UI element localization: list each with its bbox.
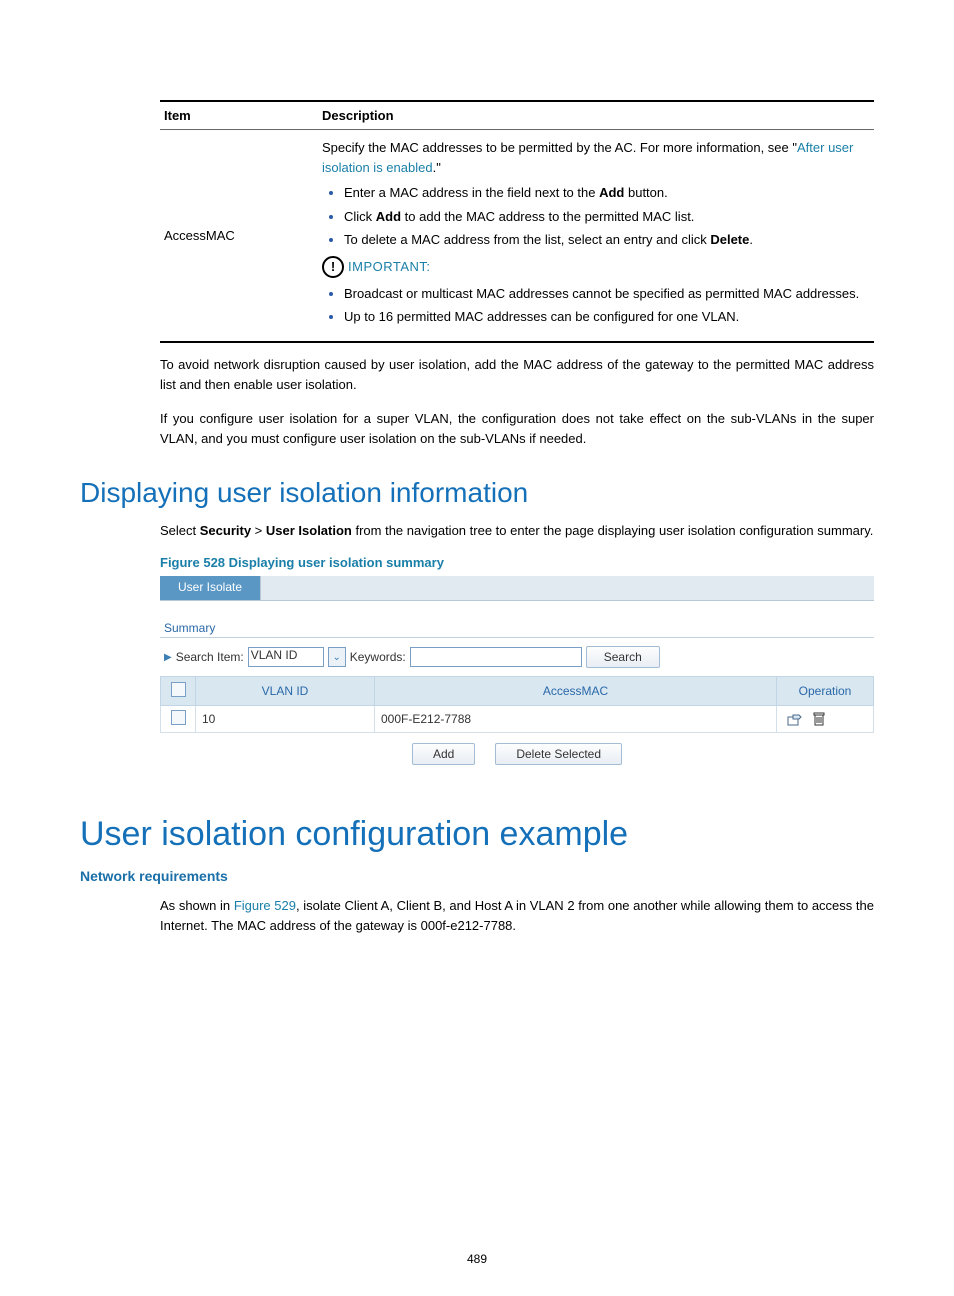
figure-caption: Figure 528 Displaying user isolation sum… (160, 555, 874, 570)
table-row: 10 000F-E212-7788 (161, 706, 874, 733)
list-item: To delete a MAC address from the list, s… (344, 230, 870, 250)
search-item-select[interactable]: VLAN ID (248, 647, 324, 667)
row-checkbox[interactable] (161, 706, 196, 733)
list-item: Click Add to add the MAC address to the … (344, 207, 870, 227)
search-button[interactable]: Search (586, 646, 660, 668)
cell-vlan-id: 10 (196, 706, 375, 733)
search-item-label: Search Item: (176, 650, 244, 664)
figure-529-link[interactable]: Figure 529 (234, 898, 296, 913)
list-item: Up to 16 permitted MAC addresses can be … (344, 307, 870, 327)
item-desc: Specify the MAC addresses to be permitte… (318, 130, 874, 342)
important-icon: ! (322, 256, 344, 278)
important-label: IMPORTANT: (348, 257, 431, 277)
triangle-icon: ▶ (164, 652, 172, 663)
netreq-paragraph: As shown in Figure 529, isolate Client A… (160, 896, 874, 936)
tab-row: User Isolate (160, 576, 874, 601)
nav-paragraph: Select Security > User Isolation from th… (160, 521, 874, 541)
cell-operation (777, 706, 874, 733)
chevron-down-icon[interactable]: ⌄ (328, 647, 346, 667)
page-number: 489 (0, 1252, 954, 1266)
add-button[interactable]: Add (412, 743, 475, 765)
tab-user-isolate[interactable]: User Isolate (160, 576, 261, 600)
search-row: ▶ Search Item: VLAN ID ⌄ Keywords: Searc… (164, 646, 874, 668)
paragraph: To avoid network disruption caused by us… (160, 355, 874, 395)
list-item: Enter a MAC address in the field next to… (344, 183, 870, 203)
list-item: Broadcast or multicast MAC addresses can… (344, 284, 870, 304)
page-title: User isolation configuration example (80, 815, 874, 854)
item-name: AccessMAC (160, 130, 318, 342)
checkbox-header[interactable] (161, 677, 196, 706)
divider (160, 637, 874, 638)
section-title: Displaying user isolation information (80, 477, 874, 509)
keywords-input[interactable] (410, 647, 582, 667)
summary-label: Summary (164, 621, 874, 635)
col-operation: Operation (777, 677, 874, 706)
col-access-mac: AccessMAC (375, 677, 777, 706)
delete-selected-button[interactable]: Delete Selected (495, 743, 622, 765)
sub-title: Network requirements (80, 868, 874, 884)
edit-icon[interactable] (787, 712, 803, 726)
col-item: Item (160, 101, 318, 130)
ui-screenshot: User Isolate Summary ▶ Search Item: VLAN… (160, 576, 874, 765)
description-table: Item Description AccessMAC Specify the M… (160, 100, 874, 343)
table-row: AccessMAC Specify the MAC addresses to b… (160, 130, 874, 342)
col-desc: Description (318, 101, 874, 130)
results-table: VLAN ID AccessMAC Operation 10 000F-E212… (160, 676, 874, 733)
col-vlan-id: VLAN ID (196, 677, 375, 706)
keywords-label: Keywords: (350, 650, 406, 664)
cell-access-mac: 000F-E212-7788 (375, 706, 777, 733)
paragraph: If you configure user isolation for a su… (160, 409, 874, 449)
trash-icon[interactable] (813, 712, 825, 726)
